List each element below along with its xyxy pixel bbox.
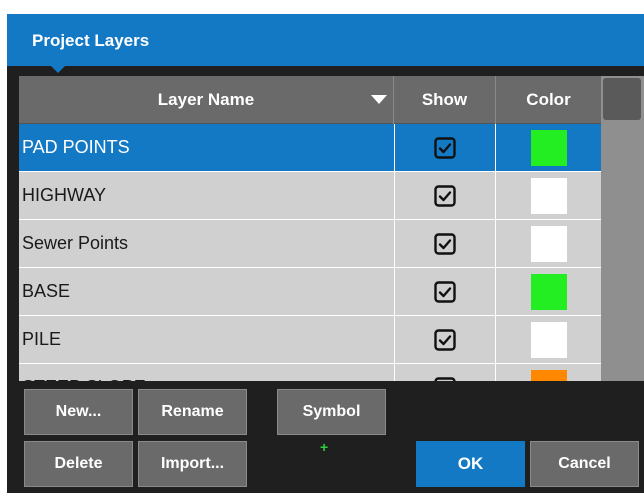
- ok-button[interactable]: OK: [416, 441, 525, 487]
- layers-table: Layer Name Show Color PAD POINTS HIGHWAY S…: [19, 76, 601, 381]
- column-header-show[interactable]: Show: [394, 76, 496, 124]
- color-cell: [496, 220, 601, 267]
- new-layer-button[interactable]: New...: [24, 389, 133, 435]
- layer-name-cell[interactable]: Sewer Points: [22, 220, 392, 267]
- checkbox-checked-icon[interactable]: [434, 232, 456, 255]
- color-cell: [496, 172, 601, 219]
- color-swatch[interactable]: [530, 369, 567, 381]
- column-header-label: Show: [421, 90, 468, 109]
- color-swatch[interactable]: [530, 225, 567, 262]
- rename-button[interactable]: Rename: [138, 389, 247, 435]
- color-cell: [496, 268, 601, 315]
- import-button[interactable]: Import...: [138, 441, 247, 487]
- color-swatch[interactable]: [530, 273, 567, 310]
- dialog-titlebar: Project Layers: [7, 14, 644, 73]
- table-row[interactable]: STEEP SLOPE: [19, 364, 601, 381]
- dialog-title: Project Layers: [32, 31, 150, 50]
- checkbox-checked-icon[interactable]: [434, 136, 456, 159]
- color-swatch[interactable]: [530, 129, 567, 166]
- layer-name-cell[interactable]: BASE: [22, 268, 392, 315]
- title-pointer: [50, 65, 66, 73]
- column-header-color[interactable]: Color: [496, 76, 601, 124]
- table-row[interactable]: HIGHWAY: [19, 172, 601, 220]
- show-cell: [394, 124, 496, 171]
- table-row[interactable]: PAD POINTS: [19, 124, 601, 172]
- layer-name-cell[interactable]: PAD POINTS: [22, 124, 392, 171]
- delete-button[interactable]: Delete: [24, 441, 133, 487]
- table-row[interactable]: BASE: [19, 268, 601, 316]
- show-cell: [394, 220, 496, 267]
- add-plus-icon[interactable]: +: [320, 439, 328, 455]
- color-swatch[interactable]: [530, 321, 567, 358]
- color-cell: [496, 316, 601, 363]
- layer-name-cell[interactable]: HIGHWAY: [22, 172, 392, 219]
- layer-name-cell[interactable]: PILE: [22, 316, 392, 363]
- sort-dropdown-icon[interactable]: [371, 95, 387, 104]
- table-row[interactable]: PILE: [19, 316, 601, 364]
- checkbox-checked-icon[interactable]: [434, 280, 456, 303]
- symbol-button[interactable]: Symbol: [277, 389, 386, 435]
- column-header-layer-name[interactable]: Layer Name: [19, 76, 394, 124]
- show-cell: [394, 172, 496, 219]
- column-header-label: Layer Name: [157, 90, 255, 109]
- color-cell: [496, 124, 601, 171]
- checkbox-checked-icon[interactable]: [434, 376, 456, 382]
- layer-name-cell[interactable]: STEEP SLOPE: [22, 364, 392, 381]
- table-header: Layer Name Show Color: [19, 76, 601, 124]
- checkbox-checked-icon[interactable]: [434, 328, 456, 351]
- show-cell: [394, 364, 496, 381]
- checkbox-checked-icon[interactable]: [434, 184, 456, 207]
- scrollbar-thumb[interactable]: [603, 78, 641, 120]
- vertical-scrollbar[interactable]: [601, 76, 644, 381]
- show-cell: [394, 268, 496, 315]
- project-layers-dialog: Project Layers Layer Name Show Color PAD…: [7, 14, 644, 493]
- table-row[interactable]: Sewer Points: [19, 220, 601, 268]
- show-cell: [394, 316, 496, 363]
- color-swatch[interactable]: [530, 177, 567, 214]
- column-header-label: Color: [526, 90, 571, 109]
- color-cell: [496, 364, 601, 381]
- cancel-button[interactable]: Cancel: [530, 441, 639, 487]
